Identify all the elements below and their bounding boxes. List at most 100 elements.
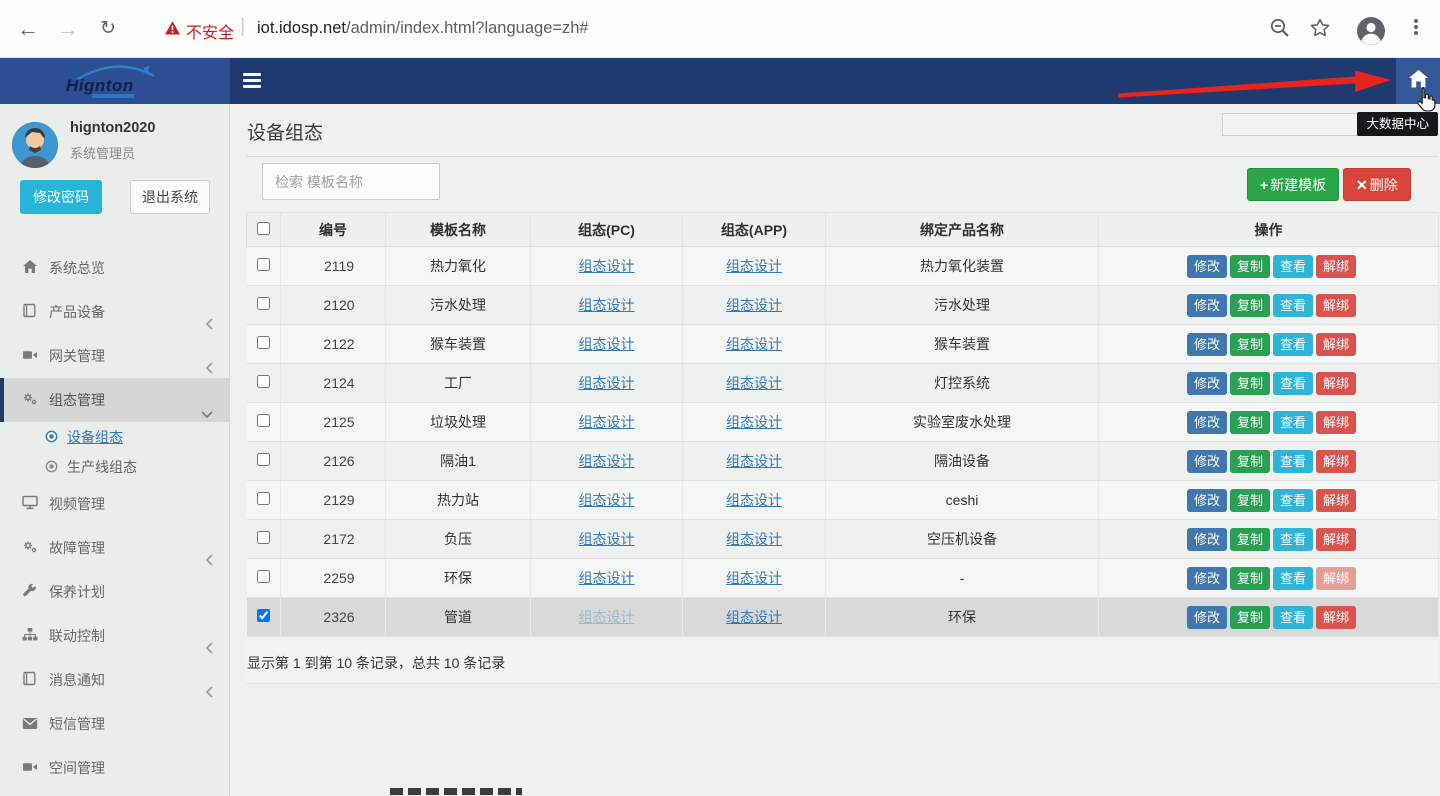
browser-back-icon[interactable]: ← [14, 16, 42, 44]
config-design-pc-link[interactable]: 组态设计 [579, 414, 635, 430]
select-all-checkbox[interactable] [257, 222, 270, 235]
unbind-button[interactable]: 解绑 [1316, 333, 1356, 356]
copy-button[interactable]: 复制 [1230, 489, 1270, 512]
copy-button[interactable]: 复制 [1230, 294, 1270, 317]
sidebar-item-7[interactable]: 故障管理 [0, 526, 230, 570]
browser-profile-icon[interactable] [1356, 16, 1384, 44]
row-checkbox[interactable] [257, 414, 270, 427]
edit-button[interactable]: 修改 [1187, 372, 1227, 395]
sidebar-item-6[interactable]: 视频管理 [0, 482, 230, 526]
config-design-app-link[interactable]: 组态设计 [726, 375, 782, 391]
view-button[interactable]: 查看 [1273, 528, 1313, 551]
copy-button[interactable]: 复制 [1230, 255, 1270, 278]
config-design-app-link[interactable]: 组态设计 [726, 531, 782, 547]
row-checkbox[interactable] [257, 453, 270, 466]
row-checkbox[interactable] [257, 570, 270, 583]
browser-menu-icon[interactable] [1404, 17, 1428, 41]
config-design-app-link[interactable]: 组态设计 [726, 297, 782, 313]
row-checkbox[interactable] [257, 375, 270, 388]
zoom-indicator-icon[interactable] [1268, 16, 1296, 44]
row-checkbox[interactable] [257, 258, 270, 271]
edit-button[interactable]: 修改 [1187, 333, 1227, 356]
view-button[interactable]: 查看 [1273, 489, 1313, 512]
copy-button[interactable]: 复制 [1230, 333, 1270, 356]
row-checkbox[interactable] [257, 492, 270, 505]
config-design-app-link[interactable]: 组态设计 [726, 258, 782, 274]
config-design-pc-link[interactable]: 组态设计 [579, 336, 635, 352]
edit-button[interactable]: 修改 [1187, 489, 1227, 512]
sidebar-item-9[interactable]: 联动控制 [0, 614, 230, 658]
delete-button[interactable]: ✕删除 [1343, 168, 1411, 201]
edit-button[interactable]: 修改 [1187, 294, 1227, 317]
sidebar-item-8[interactable]: 保养计划 [0, 570, 230, 614]
bookmark-star-icon[interactable] [1308, 16, 1336, 44]
edit-button[interactable]: 修改 [1187, 528, 1227, 551]
config-design-pc-link[interactable]: 组态设计 [579, 609, 635, 625]
config-design-app-link[interactable]: 组态设计 [726, 492, 782, 508]
config-design-app-link[interactable]: 组态设计 [726, 609, 782, 625]
unbind-button[interactable]: 解绑 [1316, 528, 1356, 551]
view-button[interactable]: 查看 [1273, 333, 1313, 356]
copy-button[interactable]: 复制 [1230, 372, 1270, 395]
unbind-button[interactable]: 解绑 [1316, 411, 1356, 434]
browser-forward-icon[interactable]: → [54, 16, 82, 44]
template-search-input[interactable] [262, 163, 440, 200]
address-bar[interactable]: iot.idosp.net/admin/index.html?language=… [257, 19, 589, 38]
change-password-button[interactable]: 修改密码 [20, 180, 102, 214]
copy-button[interactable]: 复制 [1230, 450, 1270, 473]
unbind-button[interactable]: 解绑 [1316, 489, 1356, 512]
insecure-warning-icon[interactable] [164, 20, 181, 41]
view-button[interactable]: 查看 [1273, 294, 1313, 317]
submenu-item-4[interactable]: 设备组态 [0, 422, 230, 452]
config-design-pc-link[interactable]: 组态设计 [579, 297, 635, 313]
unbind-button[interactable]: 解绑 [1316, 450, 1356, 473]
copy-button[interactable]: 复制 [1230, 567, 1270, 590]
row-checkbox[interactable] [257, 336, 270, 349]
submenu-item-5[interactable]: 生产线组态 [0, 452, 230, 482]
sidebar-item-0[interactable]: 系统总览 [0, 246, 230, 290]
hamburger-menu-icon[interactable] [243, 73, 261, 89]
sidebar-item-1[interactable]: 产品设备 [0, 290, 230, 334]
browser-reload-icon[interactable]: ↻ [94, 16, 122, 44]
edit-button[interactable]: 修改 [1187, 606, 1227, 629]
unbind-button[interactable]: 解绑 [1316, 372, 1356, 395]
view-button[interactable]: 查看 [1273, 411, 1313, 434]
view-button[interactable]: 查看 [1273, 567, 1313, 590]
insecure-label[interactable]: 不安全 [186, 19, 234, 43]
sidebar-item-3[interactable]: 组态管理 [0, 378, 230, 422]
sidebar-item-12[interactable]: 空间管理 [0, 746, 230, 790]
sidebar-item-2[interactable]: 网关管理 [0, 334, 230, 378]
topbar-input[interactable] [1222, 113, 1368, 136]
config-design-pc-link[interactable]: 组态设计 [579, 375, 635, 391]
config-design-pc-link[interactable]: 组态设计 [579, 570, 635, 586]
sidebar-item-11[interactable]: 短信管理 [0, 702, 230, 746]
logout-button[interactable]: 退出系统 [130, 180, 210, 214]
edit-button[interactable]: 修改 [1187, 567, 1227, 590]
config-design-app-link[interactable]: 组态设计 [726, 453, 782, 469]
row-checkbox[interactable] [257, 609, 270, 622]
unbind-button[interactable]: 解绑 [1316, 567, 1356, 590]
new-template-button[interactable]: +新建模板 [1247, 168, 1339, 201]
row-checkbox[interactable] [257, 531, 270, 544]
view-button[interactable]: 查看 [1273, 450, 1313, 473]
view-button[interactable]: 查看 [1273, 606, 1313, 629]
unbind-button[interactable]: 解绑 [1316, 294, 1356, 317]
config-design-pc-link[interactable]: 组态设计 [579, 492, 635, 508]
edit-button[interactable]: 修改 [1187, 411, 1227, 434]
view-button[interactable]: 查看 [1273, 255, 1313, 278]
copy-button[interactable]: 复制 [1230, 606, 1270, 629]
sidebar-item-10[interactable]: 消息通知 [0, 658, 230, 702]
config-design-pc-link[interactable]: 组态设计 [579, 258, 635, 274]
config-design-pc-link[interactable]: 组态设计 [579, 453, 635, 469]
copy-button[interactable]: 复制 [1230, 528, 1270, 551]
config-design-pc-link[interactable]: 组态设计 [579, 531, 635, 547]
unbind-button[interactable]: 解绑 [1316, 606, 1356, 629]
view-button[interactable]: 查看 [1273, 372, 1313, 395]
row-checkbox[interactable] [257, 297, 270, 310]
copy-button[interactable]: 复制 [1230, 411, 1270, 434]
config-design-app-link[interactable]: 组态设计 [726, 336, 782, 352]
unbind-button[interactable]: 解绑 [1316, 255, 1356, 278]
config-design-app-link[interactable]: 组态设计 [726, 414, 782, 430]
config-design-app-link[interactable]: 组态设计 [726, 570, 782, 586]
edit-button[interactable]: 修改 [1187, 450, 1227, 473]
